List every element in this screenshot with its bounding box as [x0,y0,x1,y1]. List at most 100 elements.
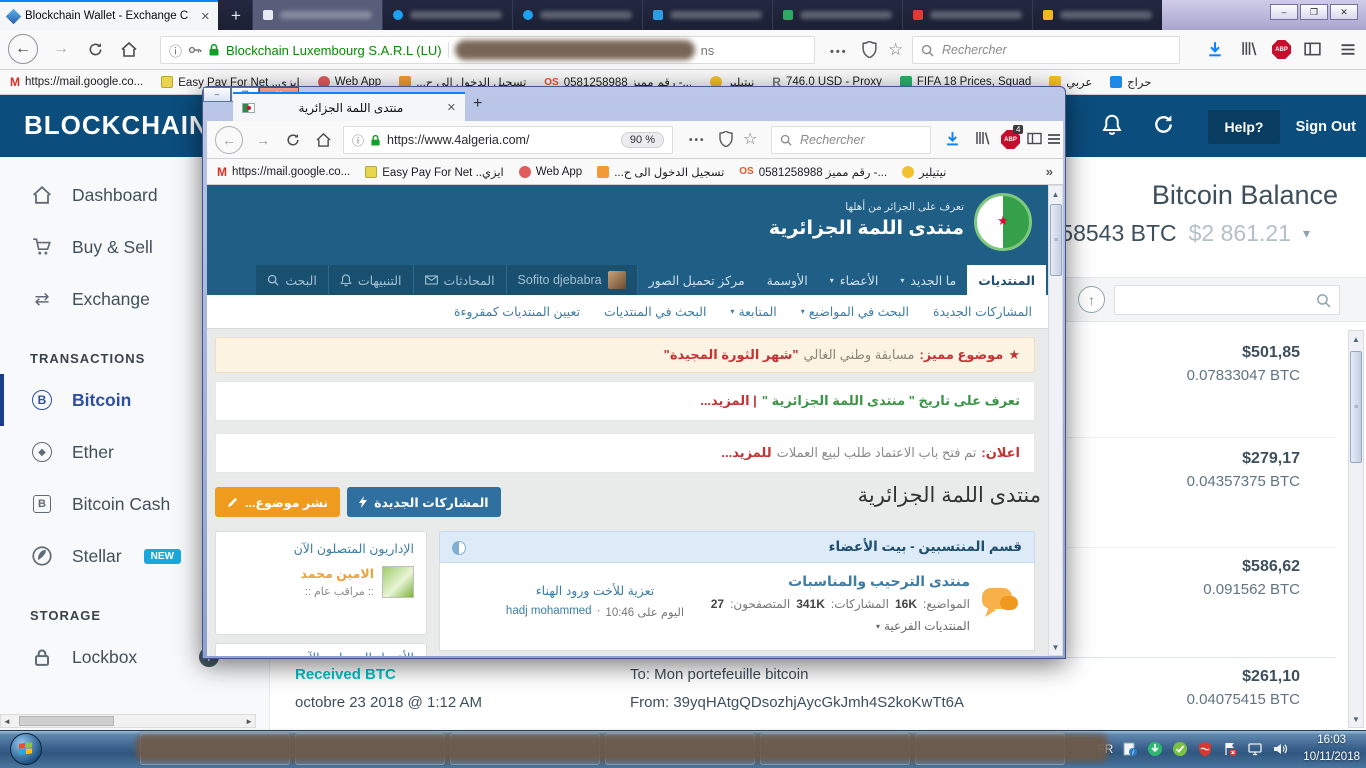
main-search-input[interactable] [940,42,1171,58]
export-up-button[interactable]: ↑ [1078,286,1105,313]
cert-owner-label[interactable]: Blockchain Luxembourg S.A.R.L (LU) [226,43,442,58]
action-center-flag-icon[interactable] [1222,741,1238,757]
announcement-notice[interactable]: اعلان: تم فتح باب الاعتماد طلب لبيع العم… [215,433,1035,473]
reload-button[interactable] [279,126,307,154]
transaction-row[interactable]: $261,10 0.04075415 BTC [1187,668,1300,708]
sidebar-panel-icon[interactable] [1027,132,1042,145]
start-button[interactable] [10,733,42,765]
admin-avatar[interactable] [382,566,414,598]
help-button[interactable]: Help? [1208,110,1280,144]
latest-post-title[interactable]: تعزية للأخت ورود الهناء [470,583,720,598]
scroll-down-arrow[interactable]: ▼ [1049,639,1062,655]
url-text[interactable]: https://www.4algeria.com/ [387,133,615,147]
announcement-history[interactable]: تعرف على تاريخ " منتدى اللمة الجزائرية "… [215,381,1035,421]
post-thread-button[interactable]: نشر موضوع... [215,487,340,517]
nav-conversations[interactable]: المحادثات [414,265,507,295]
collapse-toggle-icon[interactable] [452,541,466,555]
library-icon[interactable] [975,131,990,145]
taskbar-clock[interactable]: 16:03 10/11/2018 [1303,732,1360,767]
scroll-thumb[interactable] [19,716,114,726]
background-tab[interactable] [252,0,382,30]
main-url-bar[interactable]: ⓘ Blockchain Luxembourg S.A.R.L (LU) ns [160,36,815,64]
background-tab[interactable] [642,0,772,30]
tab-close-icon[interactable]: ✕ [447,101,456,114]
bookmark-star-icon[interactable]: ☆ [888,40,903,60]
nav-members[interactable]: الأعضاء▾ [819,265,890,295]
sidebar-panel-icon[interactable] [1304,42,1321,56]
scroll-up-arrow[interactable]: ▲ [1349,331,1363,347]
transaction-row[interactable]: $586,62 0.091562 BTC [1203,558,1300,598]
background-tab[interactable] [512,0,642,30]
bookmark-neteller[interactable]: نيتيلير [902,165,946,179]
latest-post-author[interactable]: hadj mohammed [506,605,592,619]
library-icon[interactable] [1241,41,1257,56]
info-tray-icon[interactable]: i [1122,741,1138,757]
new-posts-button[interactable]: المشاركات الجديدة [347,487,500,517]
hamburger-menu-icon[interactable] [1047,133,1061,145]
nav-search[interactable]: البحث [256,265,328,295]
bookmark-easypay[interactable]: Easy Pay For Net ..ايزي [365,165,503,179]
forum-search-bar[interactable] [771,126,931,154]
transactions-search-input[interactable] [1123,292,1310,308]
scroll-up-arrow[interactable]: ▲ [1049,186,1062,202]
tx-type-label[interactable]: Received BTC [295,666,396,683]
bookmark-number[interactable]: OSرقم مميز 0581258988 -... [739,165,887,179]
pocket-shield-icon[interactable] [862,41,877,58]
scroll-down-arrow[interactable]: ▼ [1349,711,1363,727]
subnav-watched[interactable]: المتابعة▾ [730,304,776,319]
scroll-left-arrow[interactable]: ◄ [3,717,11,726]
forum-logo[interactable] [974,193,1032,251]
nav-alerts[interactable]: التنبيهات [329,265,414,295]
nav-user-account[interactable]: Sofito djebabra [507,265,638,295]
back-button[interactable]: ← [215,126,243,154]
scroll-thumb[interactable]: ≡ [1350,351,1362,463]
refresh-icon[interactable] [1153,114,1174,135]
subforums-toggle[interactable]: المنتديات الفرعية ▾ [876,619,970,633]
reload-button[interactable] [80,34,110,64]
forum-link[interactable]: منتدى الترحيب والمناسبات [788,573,970,590]
download-icon[interactable] [1207,41,1223,57]
nav-medals[interactable]: الأوسمة [756,265,819,295]
bookmark-gmail[interactable]: Mhttps://mail.google.co... [217,165,350,179]
minimize-button[interactable]: – [1270,4,1298,20]
network-tray-icon[interactable] [1247,741,1263,757]
restore-button[interactable]: ❐ [1300,4,1328,20]
bell-icon[interactable] [1102,114,1122,136]
minimize-button[interactable]: – [203,87,231,102]
forum-browser-window[interactable]: منتدى اللمة الجزائرية ✕ + – ❐ ✕ ← → ⓘ ht… [202,86,1066,659]
transaction-row[interactable]: $279,17 0.04357375 BTC [1187,450,1300,490]
home-button[interactable] [114,34,144,64]
sign-out-button[interactable]: Sign Out [1296,119,1356,135]
page-info-icon[interactable]: ⓘ [352,132,364,149]
home-button[interactable] [309,126,337,154]
scroll-thumb[interactable]: ≡ [1050,204,1062,276]
security-shield-tray-icon[interactable] [1197,741,1213,757]
forum-vertical-scrollbar[interactable]: ▲ ≡ ▼ [1048,185,1063,656]
background-tab[interactable] [1032,0,1162,30]
forward-button[interactable]: → [46,34,76,64]
bookmark-login[interactable]: ...تسجيل الدخول الى ح [597,165,724,179]
subnav-search-forums[interactable]: البحث في المنتديات [604,304,706,319]
background-tab[interactable] [902,0,1032,30]
close-button[interactable]: ✕ [1330,4,1358,20]
category-header[interactable]: قسم المنتسبين - بيت الأعضاء [439,531,1035,563]
forum-url-bar[interactable]: ⓘ https://www.4algeria.com/ 90 % [343,126,673,154]
bookmark-webapp[interactable]: Web App [519,166,582,178]
horizontal-scrollbar[interactable]: ◄ ► [0,714,256,728]
forum-row[interactable]: منتدى الترحيب والمناسبات المواضيع:16K ال… [439,563,1035,651]
background-tab[interactable] [382,0,512,30]
download-icon[interactable] [945,131,960,146]
subnav-search-threads[interactable]: البحث في المواضيع▾ [801,304,909,319]
back-button[interactable]: ← [8,34,38,64]
bookmark-haraj[interactable]: حراج [1110,75,1151,89]
zoom-level-pill[interactable]: 90 % [621,132,664,148]
nav-whats-new[interactable]: ما الجديد▾ [889,265,967,295]
tab-forum[interactable]: منتدى اللمة الجزائرية ✕ [233,92,465,121]
bookmark-star-icon[interactable]: ☆ [743,129,757,149]
page-actions-icon[interactable]: ••• [830,46,848,58]
nav-forums[interactable]: المنتديات [967,265,1046,295]
vertical-scrollbar[interactable]: ▲ ≡ ▼ [1348,330,1364,728]
key-permission-icon[interactable] [188,43,202,57]
hamburger-menu-icon[interactable] [1340,43,1356,56]
nav-image-upload[interactable]: مركز تحميل الصور [638,265,756,295]
